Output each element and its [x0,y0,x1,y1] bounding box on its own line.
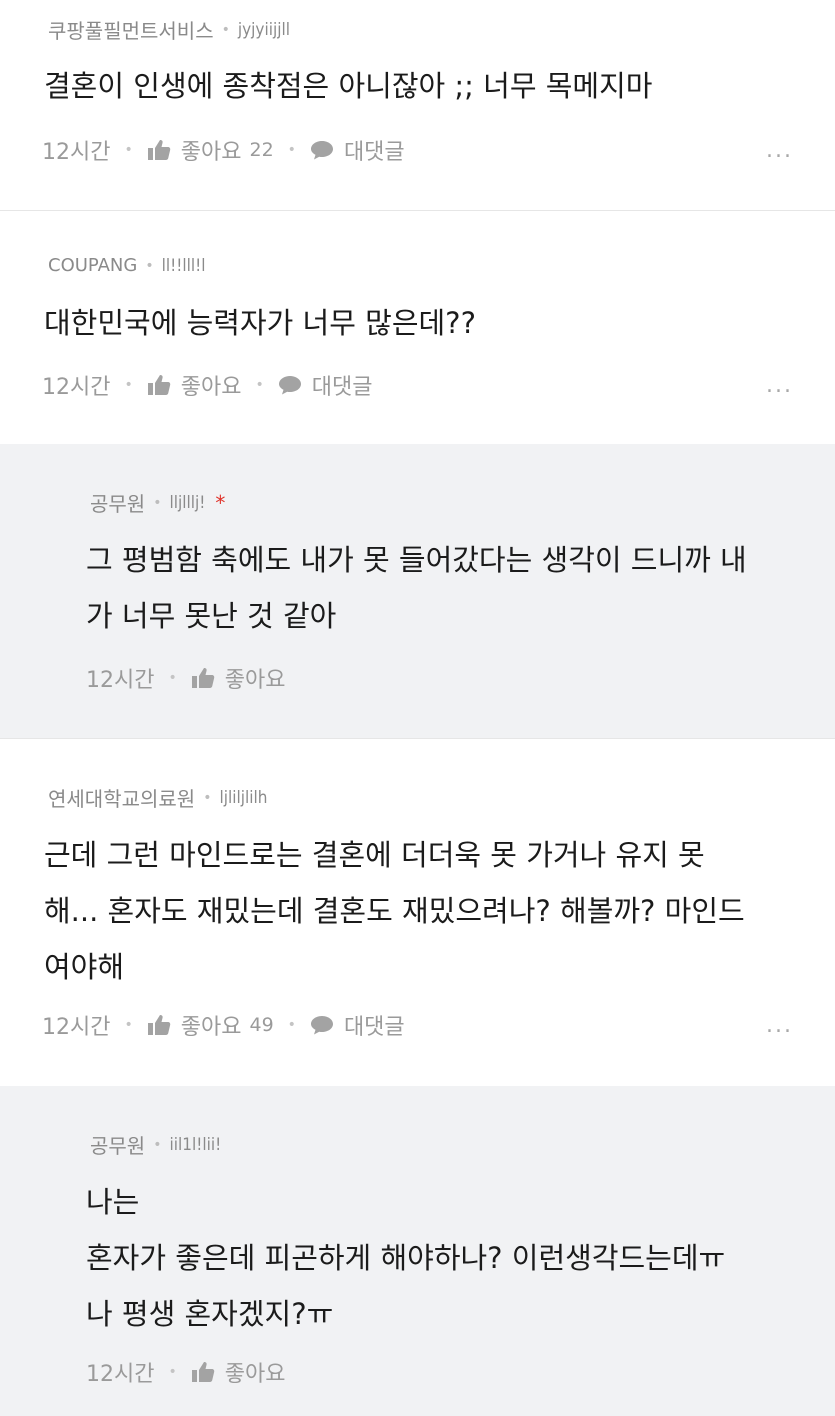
comment-4: 연세대학교의료원 • ljliljlilh 근데 그런 마인드로는 결혼에 더더… [0,738,835,1086]
company-name: COUPANG [48,255,138,276]
thumbs-up-icon [147,374,171,396]
nickname: ljliljlilh [219,787,268,808]
comment-meta: 공무원 • iil1l!lii! [90,1130,221,1159]
company-name: 연세대학교의료원 [48,787,196,811]
like-label: 좋아요 [224,1362,286,1387]
comment-1: 쿠팡풀필먼트서비스 • jyjyiijjll 결혼이 인생에 종착점은 아니잖아… [0,0,835,210]
separator-dot: • [203,789,212,806]
like-button[interactable]: 좋아요 49 [147,1009,274,1041]
comment-2: COUPANG • ll!!lll!l 대한민국에 능력자가 너무 많은데?? … [0,210,835,444]
comment-text: 나는 혼자가 좋은데 피곤하게 해야하나? 이런생각드는데ㅠ 나 평생 혼자겠지… [86,1185,726,1331]
like-button[interactable]: 좋아요 22 [147,134,274,166]
like-button[interactable]: 좋아요 [191,1356,286,1388]
separator-dot: • [255,377,264,393]
comment-text: 그 평범함 축에도 내가 못 들어갔다는 생각이 드니까 내 가 너무 못난 것… [86,543,747,633]
more-options-icon[interactable]: ... [766,1013,793,1038]
company-name: 공무원 [90,1134,146,1158]
comment-text: 대한민국에 능력자가 너무 많은데?? [44,306,476,340]
separator-dot: • [153,1136,162,1153]
reply-button[interactable]: 대댓글 [278,369,373,401]
like-button[interactable]: 좋아요 [191,662,286,694]
thumbs-up-icon [147,139,171,161]
thumbs-up-icon [147,1014,171,1036]
timestamp: 12시간 [42,140,111,165]
more-options-icon[interactable]: ... [766,138,793,163]
timestamp: 12시간 [42,1015,111,1040]
comment-text: 결혼이 인생에 종착점은 아니잖아 ;; 너무 목메지마 [44,69,653,103]
author-mark: * [215,490,226,515]
reply-button[interactable]: 대댓글 [310,134,405,166]
reply-label: 대댓글 [311,375,373,400]
comment-actions: 12시간 • 좋아요 49 • 대댓글 [42,1009,405,1041]
like-button[interactable]: 좋아요 [147,369,242,401]
separator-dot: • [153,494,162,511]
separator-dot: • [287,142,296,158]
separator-dot: • [124,142,133,158]
separator-dot: • [221,21,230,38]
separator-dot: • [124,1017,133,1033]
speech-bubble-icon [310,1015,334,1035]
reply-label: 대댓글 [343,140,405,165]
like-label: 좋아요 [180,140,242,165]
comment-3-reply: 공무원 • lljlllj! * 그 평범함 축에도 내가 못 들어갔다는 생각… [0,444,835,738]
comment-actions: 12시간 • 좋아요 22 • 대댓글 [42,134,405,166]
comment-actions: 12시간 • 좋아요 • 대댓글 [42,369,372,401]
separator-dot: • [287,1017,296,1033]
comment-text: 근데 그런 마인드로는 결혼에 더더욱 못 가거나 유지 못 해... 혼자도 … [44,838,745,984]
comment-meta: 공무원 • lljlllj! * [90,488,225,517]
speech-bubble-icon [278,375,302,395]
nickname: ll!!lll!l [161,255,206,276]
like-count: 49 [249,1014,274,1036]
comment-meta: 연세대학교의료원 • ljliljlilh [48,783,267,812]
thumbs-up-icon [191,1361,215,1383]
more-options-icon[interactable]: ... [766,373,793,398]
nickname: jyjyiijjll [237,19,290,40]
separator-dot: • [145,257,154,274]
like-label: 좋아요 [224,668,286,693]
nickname: lljlllj! [169,492,206,513]
reply-label: 대댓글 [343,1015,405,1040]
comment-5-reply: 공무원 • iil1l!lii! 나는 혼자가 좋은데 피곤하게 해야하나? 이… [0,1086,835,1416]
reply-button[interactable]: 대댓글 [310,1009,405,1041]
comment-actions: 12시간 • 좋아요 [86,1356,285,1388]
comment-meta: 쿠팡풀필먼트서비스 • jyjyiijjll [48,15,290,44]
like-label: 좋아요 [180,1015,242,1040]
company-name: 공무원 [90,492,146,516]
separator-dot: • [168,670,177,686]
timestamp: 12시간 [86,668,155,693]
company-name: 쿠팡풀필먼트서비스 [48,19,214,43]
like-label: 좋아요 [180,375,242,400]
like-count: 22 [249,139,274,161]
separator-dot: • [168,1364,177,1380]
timestamp: 12시간 [86,1362,155,1387]
nickname: iil1l!lii! [169,1134,222,1155]
thumbs-up-icon [191,667,215,689]
separator-dot: • [124,377,133,393]
comment-actions: 12시간 • 좋아요 [86,662,285,694]
speech-bubble-icon [310,140,334,160]
comment-meta: COUPANG • ll!!lll!l [48,255,206,276]
timestamp: 12시간 [42,375,111,400]
